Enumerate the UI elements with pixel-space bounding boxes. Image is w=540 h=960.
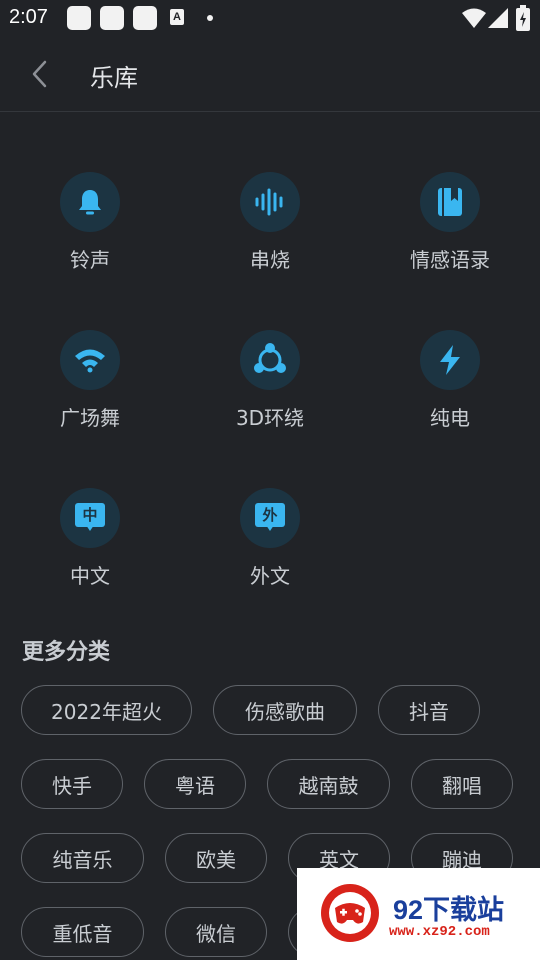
notification-dot-icon	[207, 15, 213, 21]
category-square-dance[interactable]: 广场舞	[15, 330, 165, 440]
surround-icon	[240, 330, 300, 390]
notification-icon	[100, 6, 124, 30]
foreign-glyph: 外	[262, 506, 278, 524]
category-label: 外文	[250, 564, 290, 588]
tag-chip[interactable]: 粤语	[144, 759, 246, 809]
tag-chip[interactable]: 伤感歌曲	[213, 685, 357, 735]
back-button[interactable]	[26, 56, 56, 92]
category-label: 广场舞	[60, 406, 120, 430]
notebook-icon	[420, 172, 480, 232]
lightning-icon	[420, 330, 480, 390]
tag-chip[interactable]: 抖音	[378, 685, 480, 735]
category-medley[interactable]: 串烧	[195, 172, 345, 282]
notification-a-icon: A	[170, 9, 184, 25]
tag-chip[interactable]: 翻唱	[411, 759, 513, 809]
tag-chip[interactable]: 快手	[21, 759, 123, 809]
chinese-glyph: 中	[82, 506, 98, 524]
tag-chip[interactable]: 欧美	[165, 833, 267, 883]
notification-icon	[67, 6, 91, 30]
watermark: 92下载站 www.xz92.com	[297, 868, 540, 960]
category-3d-surround[interactable]: 3D环绕	[195, 330, 345, 440]
wifi-icon	[462, 8, 486, 28]
page-title: 乐库	[90, 64, 138, 92]
wifi-fan-icon	[60, 330, 120, 390]
tag-chip[interactable]: 越南鼓	[267, 759, 390, 809]
status-time: 2:07	[9, 6, 48, 28]
watermark-title: 92下载站	[393, 895, 505, 925]
chevron-left-icon	[32, 60, 47, 88]
category-foreign[interactable]: 外 外文	[195, 488, 345, 598]
category-emotion-quotes[interactable]: 情感语录	[375, 172, 525, 282]
category-label: 3D环绕	[235, 406, 305, 430]
tag-chip[interactable]: 重低音	[21, 907, 144, 957]
soundwave-icon	[240, 172, 300, 232]
category-electronic[interactable]: 纯电	[375, 330, 525, 440]
notification-icon	[133, 6, 157, 30]
foreign-icon: 外	[240, 488, 300, 548]
chinese-icon: 中	[60, 488, 120, 548]
section-title: 更多分类	[22, 640, 111, 665]
battery-icon	[516, 5, 530, 31]
category-chinese[interactable]: 中 中文	[15, 488, 165, 598]
category-label: 情感语录	[410, 248, 490, 272]
watermark-logo-icon	[321, 884, 379, 942]
category-ringtone[interactable]: 铃声	[15, 172, 165, 282]
category-label: 铃声	[70, 248, 110, 272]
bell-icon	[60, 172, 120, 232]
status-bar: 2:07 A	[0, 0, 540, 36]
watermark-url: www.xz92.com	[389, 924, 490, 940]
category-label: 中文	[70, 564, 110, 588]
app-header: 乐库	[0, 36, 540, 112]
category-label: 纯电	[430, 406, 470, 430]
tag-chip[interactable]: 2022年超火	[21, 685, 192, 735]
signal-icon	[488, 8, 508, 28]
tag-chip[interactable]: 微信	[165, 907, 267, 957]
tag-chip[interactable]: 纯音乐	[21, 833, 144, 883]
category-label: 串烧	[250, 248, 290, 272]
